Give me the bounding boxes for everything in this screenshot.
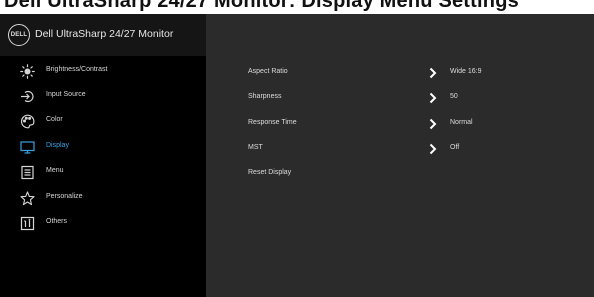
input-source-icon: [20, 89, 35, 104]
page-heading: Dell UltraSharp 24/27 Monitor: Display M…: [0, 0, 594, 14]
menu-list-icon: [20, 165, 35, 180]
chevron-right-icon: [428, 66, 438, 79]
brightness-icon: [20, 64, 35, 79]
page-heading-text: Dell UltraSharp 24/27 Monitor: Display M…: [4, 0, 519, 12]
chevron-right-icon: [428, 142, 438, 155]
monitor-osd: DELL Dell UltraSharp 24/27 Monitor Brigh…: [0, 14, 594, 297]
menu-item-label: Menu: [46, 167, 64, 174]
setting-value: Off: [450, 144, 460, 151]
setting-mst[interactable]: MST Off: [206, 136, 594, 161]
menu-item-brightness-contrast[interactable]: Brightness/Contrast: [0, 59, 206, 84]
others-info-icon: [20, 216, 35, 231]
menu-item-label: Color: [46, 116, 63, 123]
setting-value: Normal: [450, 119, 473, 126]
setting-value: Wide 16:9: [450, 68, 482, 75]
menu-item-display[interactable]: Display: [0, 135, 206, 160]
display-monitor-icon: [20, 140, 35, 155]
menu-item-label: Others: [46, 218, 68, 225]
monitor-model-name: Dell UltraSharp 24/27 Monitor: [35, 28, 174, 40]
setting-name: Response Time: [248, 119, 297, 126]
menu-item-menu[interactable]: Menu: [0, 160, 206, 185]
display-settings-panel: Aspect Ratio Wide 16:9 Sharpness 50 Resp…: [206, 14, 594, 297]
osd-sidebar: DELL Dell UltraSharp 24/27 Monitor Brigh…: [0, 14, 206, 297]
dell-logo: DELL: [8, 24, 30, 46]
menu-item-label: Input Source: [46, 91, 86, 98]
setting-reset-display[interactable]: Reset Display: [206, 161, 594, 186]
menu-item-input-source[interactable]: Input Source: [0, 84, 206, 109]
chevron-right-icon: [428, 91, 438, 104]
star-icon: [20, 191, 35, 206]
menu-item-color[interactable]: Color: [0, 109, 206, 134]
setting-name: Reset Display: [248, 169, 292, 176]
setting-name: Sharpness: [248, 93, 282, 100]
setting-value: 50: [450, 93, 458, 100]
color-palette-icon: [20, 114, 35, 129]
setting-sharpness[interactable]: Sharpness 50: [206, 85, 594, 110]
menu-item-label: Personalize: [46, 193, 83, 200]
menu-item-others[interactable]: Others: [0, 211, 206, 236]
osd-header: DELL Dell UltraSharp 24/27 Monitor: [0, 14, 206, 56]
setting-name: Aspect Ratio: [248, 68, 288, 75]
setting-response-time[interactable]: Response Time Normal: [206, 111, 594, 136]
menu-item-label: Display: [46, 142, 69, 149]
menu-item-label: Brightness/Contrast: [46, 66, 108, 73]
setting-aspect-ratio[interactable]: Aspect Ratio Wide 16:9: [206, 60, 594, 85]
menu-item-personalize[interactable]: Personalize: [0, 186, 206, 211]
chevron-right-icon: [428, 117, 438, 130]
setting-name: MST: [248, 144, 263, 151]
